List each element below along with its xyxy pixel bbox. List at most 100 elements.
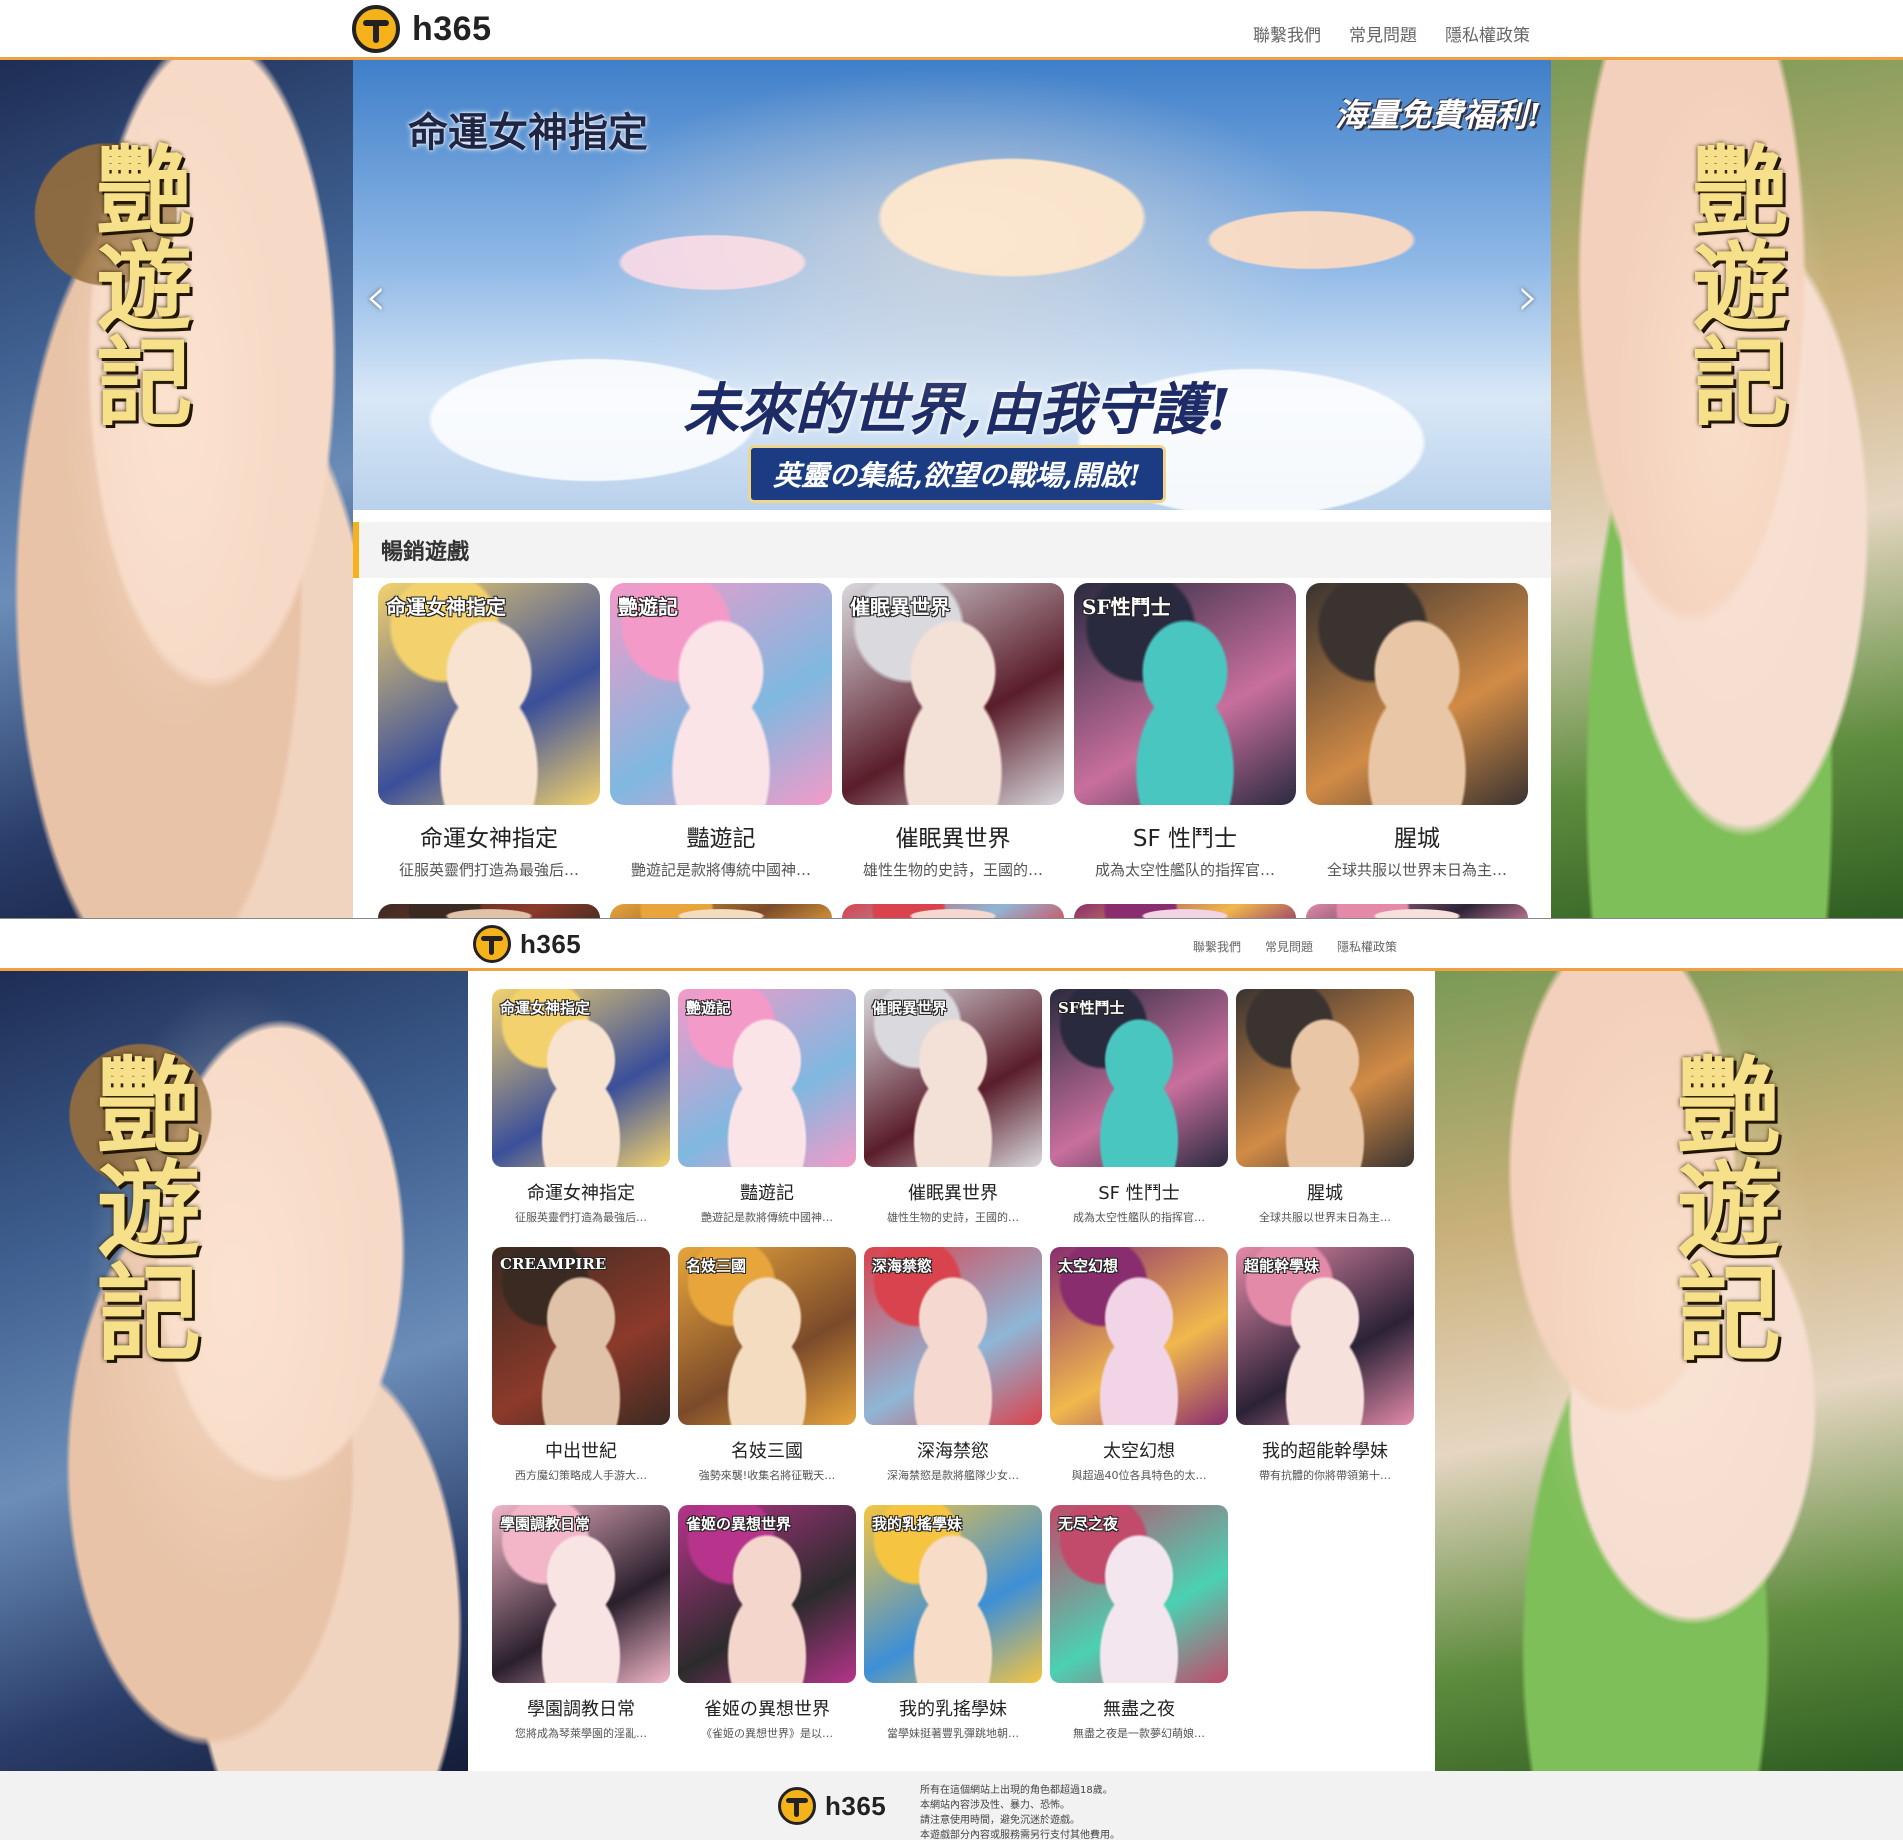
- game-card[interactable]: 學園調教日常 學園調教日常 您將成為琴萊學園的淫亂…: [492, 1505, 670, 1741]
- game-card[interactable]: 命運女神指定 命運女神指定 征服英靈們打造為最強后…: [378, 583, 600, 880]
- hero-banner[interactable]: 命運女神指定 海量免費福利! 未來的世界,由我守護! 英靈の集結,欲望の戰場,開…: [353, 60, 1551, 510]
- game-thumbnail-partial[interactable]: [1306, 904, 1528, 918]
- game-card[interactable]: 催眠異世界 催眠異世界 雄性生物的史詩，王國的…: [842, 583, 1064, 880]
- game-thumbnail[interactable]: SF性鬥士: [1050, 989, 1228, 1167]
- game-card[interactable]: SF性鬥士 SF 性鬥士成為太空性艦队的指挥官…: [1050, 989, 1228, 1225]
- banner-tagline: 海量免費福利!: [1334, 96, 1541, 134]
- site-logo[interactable]: h365: [473, 925, 581, 963]
- game-description: 雄性生物的史詩，王國的…: [887, 1211, 1019, 1224]
- game-title[interactable]: 無盡之夜: [1103, 1695, 1175, 1721]
- game-thumbnail-logo: 學園調教日常: [500, 1515, 591, 1533]
- game-thumbnail-logo: SF性鬥士: [1082, 595, 1171, 619]
- footer-note: 請注意使用時間，避免沉迷於遊戲。: [920, 1815, 1080, 1826]
- game-title[interactable]: 深海禁慾: [917, 1437, 989, 1463]
- game-thumbnail[interactable]: 名妓三國: [678, 1247, 856, 1425]
- game-card[interactable]: 艷遊記豔遊記艷遊記是款將傳統中國神…: [610, 583, 832, 880]
- nav-contact-link[interactable]: 聯繫我們: [1193, 938, 1241, 955]
- game-thumbnail[interactable]: 催眠異世界: [842, 583, 1064, 805]
- game-thumbnail-logo: 催眠異世界: [872, 999, 948, 1017]
- game-title[interactable]: 催眠異世界: [896, 819, 1011, 853]
- game-thumbnail-logo: 命運女神指定: [386, 595, 506, 619]
- site-logo[interactable]: h365: [352, 5, 492, 53]
- game-title[interactable]: 催眠異世界: [908, 1179, 998, 1205]
- game-title[interactable]: 豔遊記: [687, 819, 756, 853]
- game-thumbnail[interactable]: 艷遊記: [610, 583, 832, 805]
- nav-privacy-link[interactable]: 隱私權政策: [1445, 21, 1530, 46]
- side-ad-right[interactable]: 艷遊記: [1435, 971, 1903, 1771]
- game-thumbnail-partial[interactable]: [842, 904, 1064, 918]
- game-thumbnail[interactable]: 我的乳搖學妹: [864, 1505, 1042, 1683]
- banner-next-icon[interactable]: ›: [1517, 265, 1539, 328]
- game-description: 艷遊記是款將傳統中國神…: [630, 861, 811, 879]
- side-ad-right[interactable]: 艷遊記: [1551, 60, 1903, 918]
- game-thumbnail-logo: 超能幹學妹: [1244, 1257, 1320, 1275]
- game-card[interactable]: 无尽之夜 無盡之夜 無盡之夜是一款夢幻萌娘…: [1050, 1505, 1228, 1741]
- game-card[interactable]: 太空幻想 太空幻想 與超過40位各具特色的太…: [1050, 1247, 1228, 1483]
- game-title[interactable]: 腥城: [1394, 819, 1440, 853]
- game-card[interactable]: 超能幹學妹 我的超能幹學妹 帶有抗體的你將帶領第十…: [1236, 1247, 1414, 1483]
- game-card[interactable]: CREAMPIRE 中出世紀 西方魔幻策略成人手游大…: [492, 1247, 670, 1483]
- game-description: 全球共服以世界末日為主…: [1326, 861, 1507, 879]
- game-thumbnail[interactable]: 雀姬の異想世界: [678, 1505, 856, 1683]
- game-title[interactable]: 豔遊記: [740, 1179, 794, 1205]
- game-title[interactable]: 命運女神指定: [420, 819, 558, 853]
- game-thumbnail[interactable]: CREAMPIRE: [492, 1247, 670, 1425]
- game-title[interactable]: 名妓三國: [731, 1437, 803, 1463]
- banner-game-logo: 命運女神指定: [408, 109, 648, 156]
- side-ad-left[interactable]: 艷遊記: [0, 971, 468, 1771]
- game-thumbnail[interactable]: [1236, 989, 1414, 1167]
- game-thumbnail-partial[interactable]: [378, 904, 600, 918]
- game-thumbnail[interactable]: 命運女神指定: [378, 583, 600, 805]
- game-thumbnail-logo: 艷遊記: [686, 999, 732, 1017]
- game-title[interactable]: 太空幻想: [1103, 1437, 1175, 1463]
- game-title[interactable]: SF 性鬥士: [1098, 1179, 1180, 1205]
- header-nav: 聯繫我們 常見問題 隱私權政策: [1253, 21, 1530, 46]
- game-title[interactable]: 我的乳搖學妹: [899, 1695, 1007, 1721]
- game-thumbnail[interactable]: 催眠異世界: [864, 989, 1042, 1167]
- game-card[interactable]: 腥城全球共服以世界末日為主…: [1306, 583, 1528, 880]
- h365-logo-icon: [778, 1787, 816, 1825]
- game-title[interactable]: 命運女神指定: [527, 1179, 635, 1205]
- side-ad-title: 艷遊記: [1675, 140, 1789, 428]
- game-thumbnail[interactable]: 无尽之夜: [1050, 1505, 1228, 1683]
- game-title[interactable]: 腥城: [1307, 1179, 1343, 1205]
- side-ad-title: 艷遊記: [79, 140, 193, 428]
- game-thumbnail[interactable]: [1306, 583, 1528, 805]
- game-card[interactable]: 腥城 全球共服以世界末日為主…: [1236, 989, 1414, 1225]
- nav-faq-link[interactable]: 常見問題: [1349, 21, 1417, 46]
- game-thumbnail-logo: 名妓三國: [686, 1257, 747, 1275]
- game-thumbnail[interactable]: 命運女神指定: [492, 989, 670, 1167]
- game-card[interactable]: 深海禁慾 深海禁慾 深海禁慾是款將艦隊少女…: [864, 1247, 1042, 1483]
- site-footer: h365 所有在這個網站上出現的角色都超過18歲。 本網站內容涉及性、暴力、恐怖…: [0, 1771, 1903, 1840]
- game-thumbnail[interactable]: 太空幻想: [1050, 1247, 1228, 1425]
- game-card[interactable]: SF性鬥士 SF 性鬥士 成為太空性艦队的指挥官…: [1074, 583, 1296, 880]
- game-thumbnail[interactable]: SF性鬥士: [1074, 583, 1296, 805]
- game-card[interactable]: 催眠異世界 催眠異世界 雄性生物的史詩，王國的…: [864, 989, 1042, 1225]
- game-description: 成為太空性艦队的指挥官…: [1073, 1211, 1205, 1224]
- game-title[interactable]: 雀姬の異想世界: [704, 1695, 830, 1721]
- game-thumbnail-partial[interactable]: [610, 904, 832, 918]
- game-thumbnail[interactable]: 艷遊記: [678, 989, 856, 1167]
- game-thumbnail[interactable]: 超能幹學妹: [1236, 1247, 1414, 1425]
- nav-faq-link[interactable]: 常見問題: [1265, 938, 1313, 955]
- game-title[interactable]: 學園調教日常: [527, 1695, 635, 1721]
- game-title[interactable]: SF 性鬥士: [1133, 819, 1237, 853]
- game-thumbnail-logo: 艷遊記: [618, 595, 678, 619]
- game-card[interactable]: 艷遊記 豔遊記 艷遊記是款將傳統中國神…: [678, 989, 856, 1225]
- section-title: 暢銷遊戲: [353, 522, 1551, 578]
- game-thumbnail-logo: SF性鬥士: [1058, 999, 1125, 1017]
- game-title[interactable]: 我的超能幹學妹: [1262, 1437, 1388, 1463]
- top-screenshot: h365 聯繫我們 常見問題 隱私權政策 艷遊記 艷遊記 命運女神指定 海量免費…: [0, 0, 1903, 918]
- game-title[interactable]: 中出世紀: [545, 1437, 617, 1463]
- game-card[interactable]: 命運女神指定 命運女神指定 征服英靈們打造為最強后…: [492, 989, 670, 1225]
- banner-prev-icon[interactable]: ‹: [365, 265, 387, 328]
- game-card[interactable]: 名妓三國 名妓三國 強勢來襲!收集名將征戰天…: [678, 1247, 856, 1483]
- nav-privacy-link[interactable]: 隱私權政策: [1337, 938, 1397, 955]
- side-ad-left[interactable]: 艷遊記: [0, 60, 353, 918]
- game-thumbnail[interactable]: 學園調教日常: [492, 1505, 670, 1683]
- game-card[interactable]: 雀姬の異想世界 雀姬の異想世界 《雀姬の異想世界》是以…: [678, 1505, 856, 1741]
- game-thumbnail-partial[interactable]: [1074, 904, 1296, 918]
- game-card[interactable]: 我的乳搖學妹 我的乳搖學妹 當學妹挺著豐乳彈跳地朝…: [864, 1505, 1042, 1741]
- game-thumbnail[interactable]: 深海禁慾: [864, 1247, 1042, 1425]
- nav-contact-link[interactable]: 聯繫我們: [1253, 21, 1321, 46]
